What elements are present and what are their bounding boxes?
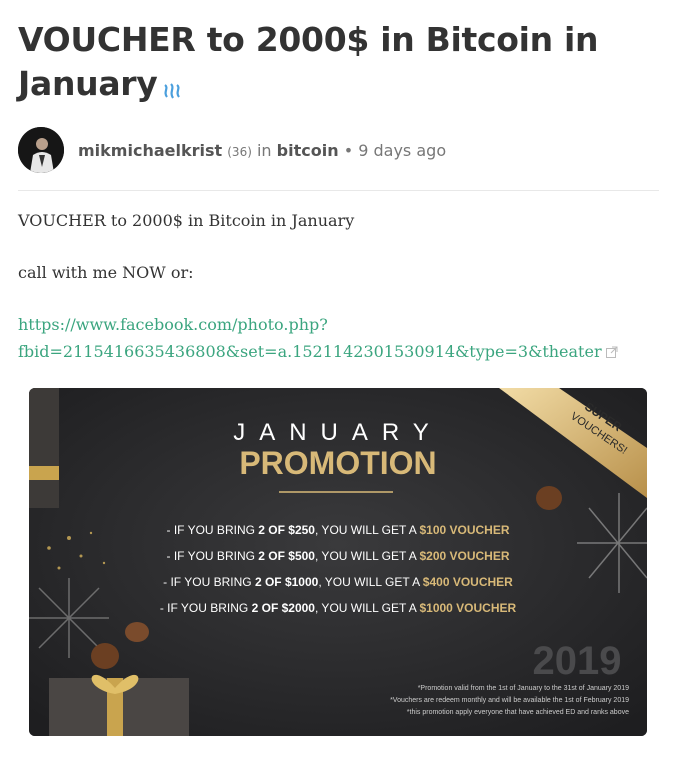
post-meta: mikmichaelkrist (36) in bitcoin • 9 days… bbox=[78, 141, 446, 160]
offer-line: - IF YOU BRING 2 OF $1000, YOU WILL GET … bbox=[163, 575, 513, 589]
post-title: VOUCHER to 2000$ in Bitcoin in January bbox=[18, 18, 659, 110]
offer-line: - IF YOU BRING 2 OF $250, YOU WILL GET A… bbox=[166, 523, 509, 537]
facebook-link[interactable]: https://www.facebook.com/photo.php? fbid=… bbox=[18, 311, 659, 366]
gift-box-top-left bbox=[29, 388, 59, 508]
gift-box-bottom-left bbox=[49, 674, 189, 736]
author-row: mikmichaelkrist (36) in bitcoin • 9 days… bbox=[18, 126, 659, 174]
author-reputation: (36) bbox=[227, 144, 252, 159]
post: VOUCHER to 2000$ in Bitcoin in January m… bbox=[18, 0, 659, 366]
promo-heading-2: PROMOTION bbox=[239, 445, 436, 481]
external-link-icon bbox=[605, 339, 618, 366]
offer-line: - IF YOU BRING 2 OF $500, YOU WILL GET A… bbox=[166, 549, 509, 563]
promo-year: 2019 bbox=[533, 639, 622, 683]
category-link[interactable]: bitcoin bbox=[277, 141, 339, 160]
author-link[interactable]: mikmichaelkrist bbox=[78, 141, 222, 160]
post-title-text: VOUCHER to 2000$ in Bitcoin in January bbox=[18, 20, 599, 103]
promo-heading-1: JANUARY bbox=[233, 419, 443, 446]
promo-image: SUPER VOUCHERS! JANUARY PROMOTION - IF Y… bbox=[29, 388, 647, 736]
offer-line: - IF YOU BRING 2 OF $2000, YOU WILL GET … bbox=[160, 601, 517, 615]
post-time[interactable]: 9 days ago bbox=[358, 141, 446, 160]
in-label: in bbox=[256, 140, 272, 160]
link-line-2: fbid=2115416635436808&set=a.152114230153… bbox=[18, 342, 602, 361]
body-paragraph-2: call with me NOW or: bbox=[18, 263, 194, 282]
steem-icon bbox=[162, 66, 182, 110]
footnote-3: *this promotion apply everyone that have… bbox=[407, 709, 629, 716]
body-paragraph-1: VOUCHER to 2000$ in Bitcoin in January bbox=[18, 211, 355, 230]
avatar[interactable] bbox=[18, 127, 64, 173]
link-line-1: https://www.facebook.com/photo.php? bbox=[18, 315, 328, 334]
meta-separator: • bbox=[343, 140, 354, 160]
footnote-1: *Promotion valid from the 1st of January… bbox=[418, 685, 629, 692]
footnote-2: *Vouchers are redeem monthly and will be… bbox=[390, 697, 629, 704]
divider bbox=[18, 190, 659, 191]
